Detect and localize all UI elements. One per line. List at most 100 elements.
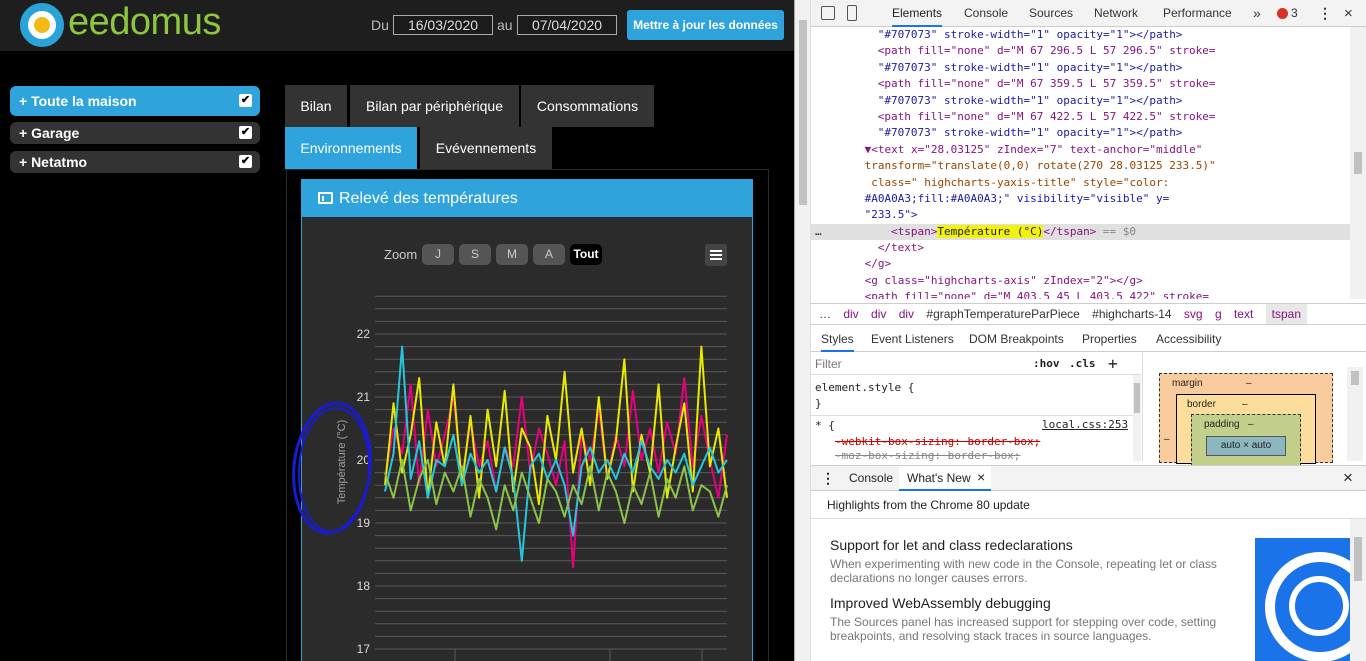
dom-tree-line[interactable]: "233.5"> bbox=[811, 207, 1351, 223]
logo-text: eedomus bbox=[68, 1, 221, 43]
update-data-button[interactable]: Mettre à jour les données bbox=[627, 10, 784, 40]
style-line: } bbox=[815, 397, 822, 410]
tab-elements[interactable]: Elements bbox=[892, 0, 943, 27]
whats-new-item-title[interactable]: Support for let and class redeclarations bbox=[830, 537, 1073, 553]
whats-new-item-title[interactable]: Improved WebAssembly debugging bbox=[830, 595, 1051, 611]
dom-tree-line[interactable]: "#707073" stroke-width="1" opacity="1"><… bbox=[811, 60, 1351, 76]
breadcrumb: … div div div #graphTemperatureParPiece … bbox=[811, 303, 1366, 325]
date-from-input[interactable]: 16/03/2020 bbox=[393, 15, 493, 35]
close-tab-icon[interactable]: × bbox=[977, 469, 985, 485]
device-toolbar-icon[interactable] bbox=[847, 5, 857, 21]
tab-event-listeners[interactable]: Event Listeners bbox=[871, 326, 954, 352]
dom-tree-line[interactable]: … <tspan>Température (°C)</tspan> == $0 bbox=[811, 223, 1351, 241]
dom-tree-line[interactable]: ▼<text x="28.03125" zIndex="7" text-anch… bbox=[811, 142, 1351, 158]
chrome-logo-image bbox=[1255, 538, 1350, 661]
breadcrumb-item[interactable]: div bbox=[899, 304, 914, 324]
dom-tree-line[interactable]: #A0A0A3;fill:#A0A0A3;" visibility="visib… bbox=[811, 191, 1351, 207]
dom-tree-line[interactable]: class=" highcharts-yaxis-title" style="c… bbox=[811, 175, 1351, 191]
kebab-menu-icon[interactable]: ⋮ bbox=[1318, 0, 1332, 27]
y-tick-label: 17 bbox=[357, 642, 371, 656]
breadcrumb-item[interactable]: … bbox=[819, 304, 831, 324]
tab-network[interactable]: Network bbox=[1094, 0, 1138, 27]
box-padding: padding – auto × auto bbox=[1191, 414, 1301, 466]
elements-dom-tree[interactable]: "#707073" stroke-width="1" opacity="1"><… bbox=[811, 27, 1351, 299]
dom-tree-line[interactable]: <g class="highcharts-axis" zIndex="2"></… bbox=[811, 273, 1351, 289]
dom-tree-line[interactable]: "#707073" stroke-width="1" opacity="1"><… bbox=[811, 125, 1351, 141]
hand-drawn-circle-annotation bbox=[292, 401, 372, 535]
date-to-input[interactable]: 07/04/2020 bbox=[517, 15, 617, 35]
logo-icon bbox=[20, 3, 64, 47]
dom-tree-line[interactable]: <path fill="none" d="M 67 296.5 L 57 296… bbox=[811, 43, 1351, 59]
breadcrumb-item[interactable]: div bbox=[871, 304, 886, 324]
css-source-link[interactable]: local.css:253 bbox=[1042, 418, 1128, 431]
panel-title: Relevé des températures bbox=[339, 190, 518, 207]
drawer-tabbar: ⋮ Console What's New × × bbox=[811, 465, 1366, 491]
eedomus-app: eedomus Du 16/03/2020 au 07/04/2020 Mett… bbox=[0, 0, 794, 661]
highlights-title: Highlights from the Chrome 80 update bbox=[827, 498, 1030, 512]
drawer-tab-console[interactable]: Console bbox=[849, 471, 893, 485]
tab-performance[interactable]: Performance bbox=[1163, 0, 1232, 27]
close-devtools-icon[interactable]: × bbox=[1344, 0, 1353, 27]
selected-node-text[interactable]: Température (°C) bbox=[937, 224, 1044, 238]
date-from-label: Du bbox=[371, 17, 389, 33]
checkbox-icon[interactable]: ✔ bbox=[239, 94, 252, 107]
checkbox-icon[interactable]: ✔ bbox=[239, 155, 252, 168]
sidebar-item-netatmo[interactable]: + Netatmo ✔ bbox=[10, 151, 260, 173]
cls-toggle[interactable]: .cls bbox=[1069, 357, 1096, 370]
error-count[interactable]: 3 bbox=[1291, 0, 1298, 27]
tab-environnements[interactable]: Environnements bbox=[285, 127, 417, 169]
dom-tree-line[interactable]: "#707073" stroke-width="1" opacity="1"><… bbox=[811, 93, 1351, 109]
tab-bilan[interactable]: Bilan bbox=[285, 85, 347, 127]
devtools-panel: Elements Console Sources Network Perform… bbox=[795, 0, 1366, 661]
dom-tree-line[interactable]: </g> bbox=[811, 256, 1351, 272]
breadcrumb-item[interactable]: text bbox=[1234, 304, 1253, 324]
tab-sources[interactable]: Sources bbox=[1029, 0, 1073, 27]
y-tick-label: 18 bbox=[357, 579, 371, 593]
breadcrumb-item[interactable]: #graphTemperatureParPiece bbox=[926, 304, 1079, 324]
sidebar-item-toute-la-maison[interactable]: + Toute la maison ✔ bbox=[10, 86, 260, 116]
inspect-element-icon[interactable] bbox=[821, 6, 835, 20]
breadcrumb-item[interactable]: g bbox=[1215, 304, 1222, 324]
more-tabs-icon[interactable]: » bbox=[1253, 0, 1261, 27]
whats-new-pane: Highlights from the Chrome 80 update Sup… bbox=[811, 491, 1366, 661]
tab-console[interactable]: Console bbox=[964, 0, 1008, 27]
devtools-toolbar: Elements Console Sources Network Perform… bbox=[811, 0, 1366, 27]
box-margin: margin – – border – padding – auto × aut… bbox=[1159, 373, 1333, 466]
dom-tree-line[interactable]: "#707073" stroke-width="1" opacity="1"><… bbox=[811, 27, 1351, 43]
style-line: * { bbox=[815, 419, 835, 432]
tab-accessibility[interactable]: Accessibility bbox=[1156, 326, 1221, 352]
sidebar-item-garage[interactable]: + Garage ✔ bbox=[10, 122, 260, 144]
close-drawer-icon[interactable]: × bbox=[1343, 468, 1353, 488]
tab-bilan-par-peripherique[interactable]: Bilan par périphérique bbox=[350, 85, 519, 127]
dom-tree-line[interactable]: <path fill="none" d="M 67 359.5 L 57 359… bbox=[811, 76, 1351, 92]
tab-evenements[interactable]: Evévennements bbox=[420, 127, 552, 169]
whats-new-item-desc: The Sources panel has increased support … bbox=[830, 615, 1217, 643]
box-border: border – padding – auto × auto bbox=[1176, 394, 1316, 466]
styles-filter-input[interactable] bbox=[815, 356, 1025, 372]
hov-toggle[interactable]: :hov bbox=[1033, 357, 1060, 370]
style-line: -moz-box-sizing: border-box; bbox=[835, 449, 1021, 462]
new-style-rule-icon[interactable]: + bbox=[1108, 354, 1118, 373]
tab-consommations[interactable]: Consommations bbox=[521, 85, 654, 127]
tab-dom-breakpoints[interactable]: DOM Breakpoints bbox=[969, 326, 1064, 352]
page-scrollbar-thumb[interactable] bbox=[799, 20, 807, 205]
dom-tree-line[interactable]: </text> bbox=[811, 240, 1351, 256]
breadcrumb-item[interactable]: div bbox=[843, 304, 858, 324]
panel-header: Relevé des températures bbox=[302, 180, 752, 217]
tab-properties[interactable]: Properties bbox=[1082, 326, 1137, 352]
drawer-tab-whats-new[interactable]: What's New bbox=[907, 471, 971, 485]
styles-subtabs: Styles Event Listeners DOM Breakpoints P… bbox=[811, 326, 1366, 352]
sidebar-item-label: + Toute la maison bbox=[19, 93, 137, 109]
dom-tree-line[interactable]: <path fill="none" d="M 67 422.5 L 57 422… bbox=[811, 109, 1351, 125]
dom-tree-line[interactable]: <path fill="none" d="M 403.5 45 L 403.5 … bbox=[811, 289, 1351, 299]
dom-tree-line[interactable]: transform="translate(0,0) rotate(270 28.… bbox=[811, 158, 1351, 174]
tab-styles[interactable]: Styles bbox=[821, 326, 854, 352]
drawer-menu-icon[interactable]: ⋮ bbox=[821, 470, 835, 487]
checkbox-icon[interactable]: ✔ bbox=[239, 126, 252, 139]
breadcrumb-item[interactable]: #highcharts-14 bbox=[1092, 304, 1171, 324]
breadcrumb-item[interactable]: svg bbox=[1184, 304, 1203, 324]
style-line: -webkit-box-sizing: border-box; bbox=[835, 435, 1041, 448]
y-tick-label: 22 bbox=[357, 327, 371, 341]
box-model-diagram: margin – – border – padding – auto × aut… bbox=[1142, 353, 1366, 466]
breadcrumb-item-selected[interactable]: tspan bbox=[1265, 304, 1308, 324]
